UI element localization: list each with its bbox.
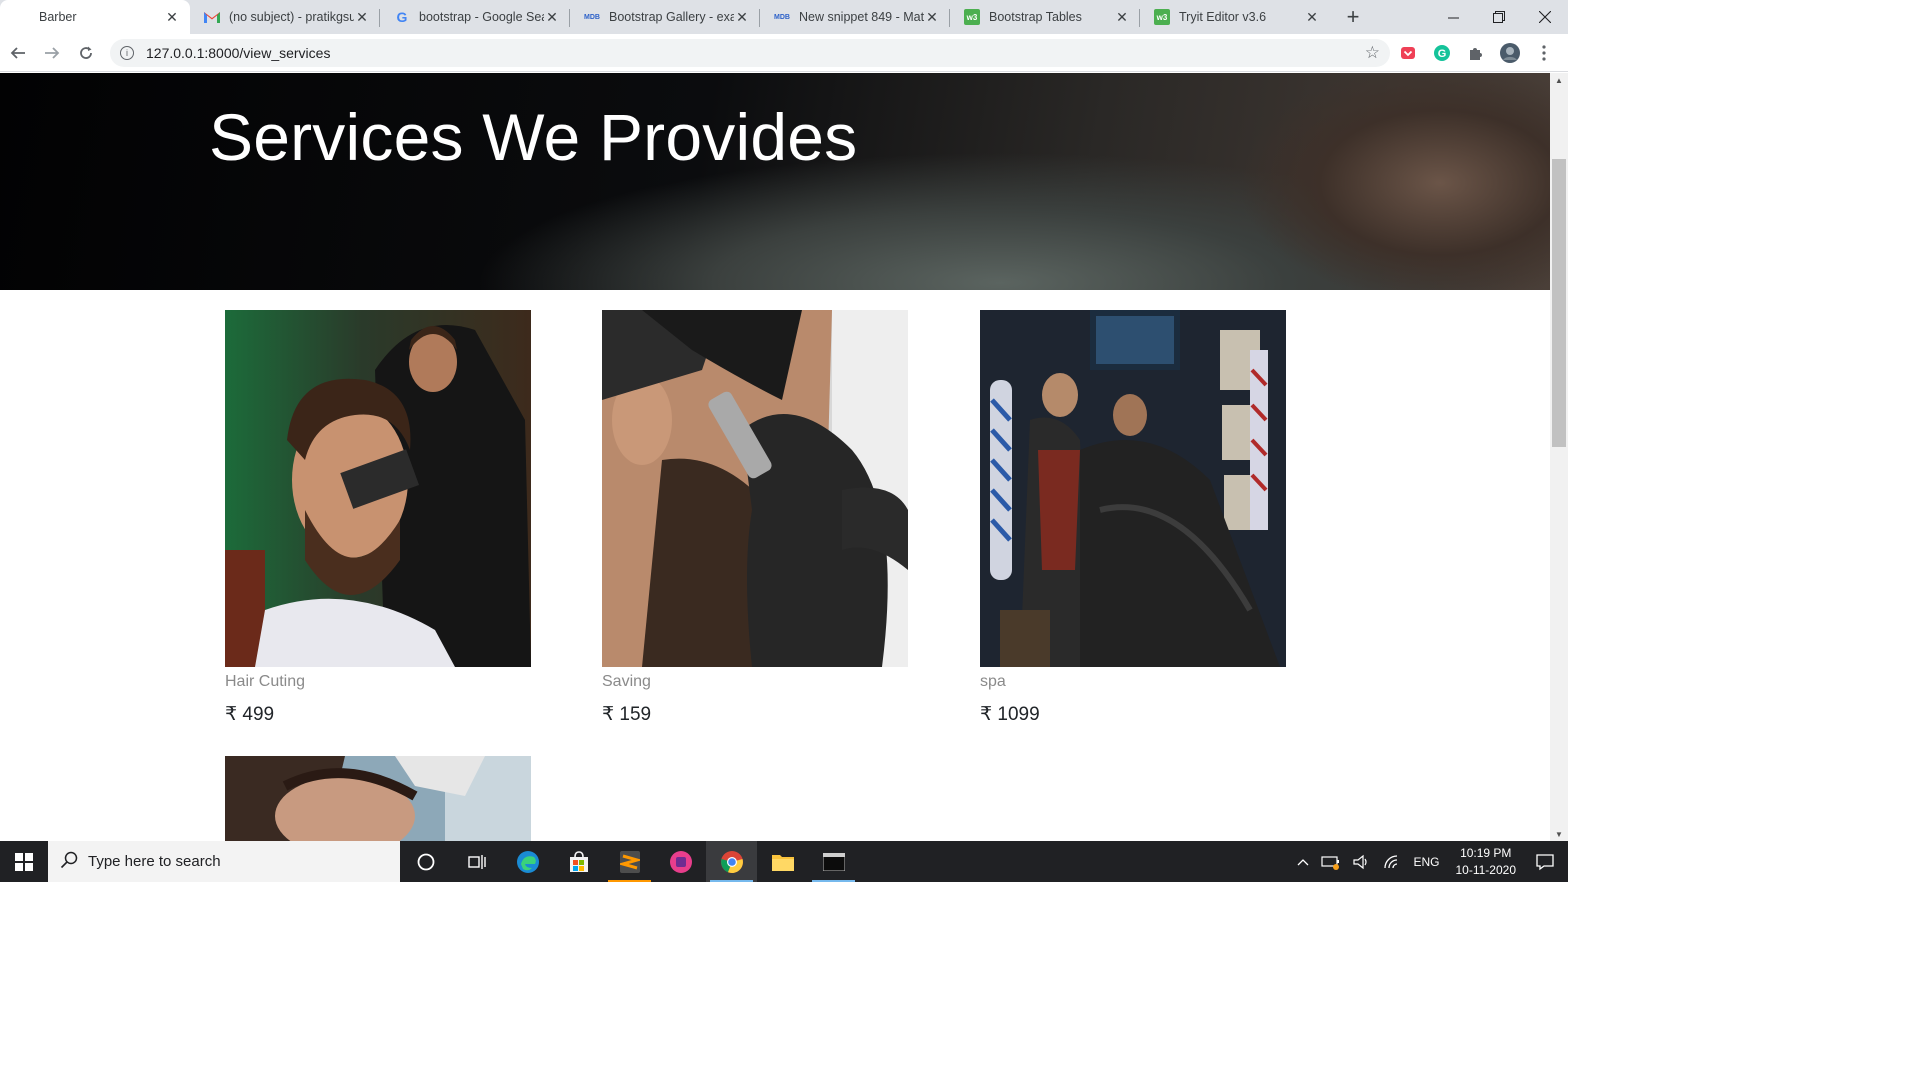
- window-controls: [1430, 0, 1568, 34]
- close-icon[interactable]: ✕: [1114, 9, 1130, 25]
- system-tray: ENG 10:19 PM 10-11-2020: [1291, 841, 1568, 882]
- service-image-spa: [980, 310, 1286, 667]
- google-icon: G: [396, 9, 408, 25]
- chrome-icon[interactable]: [706, 841, 757, 882]
- terminal-icon[interactable]: [808, 841, 859, 882]
- w3-icon: w3: [964, 9, 980, 25]
- tab-title: New snippet 849 - Mat: [799, 10, 924, 24]
- tab-tryit-editor[interactable]: w3 Tryit Editor v3.6 ✕: [1140, 0, 1330, 34]
- blank-favicon-icon: [14, 9, 30, 25]
- notification-center-icon[interactable]: [1526, 853, 1568, 871]
- scroll-down-arrow-icon[interactable]: ▼: [1550, 827, 1568, 841]
- tab-title: Barber: [39, 10, 77, 24]
- close-icon[interactable]: ✕: [164, 9, 180, 25]
- rupee-symbol: ₹: [602, 704, 615, 725]
- clock-date: 10-11-2020: [1455, 862, 1517, 877]
- service-card[interactable]: spa ₹ 1099: [980, 310, 1286, 726]
- tab-gmail[interactable]: (no subject) - pratikgsu ✕: [190, 0, 380, 34]
- pocket-extension-icon[interactable]: [1392, 37, 1424, 69]
- close-icon[interactable]: ✕: [544, 9, 560, 25]
- service-card[interactable]: Saving ₹ 159: [602, 310, 908, 726]
- bookmark-star-icon[interactable]: ☆: [1365, 43, 1380, 63]
- tab-bootstrap-gallery[interactable]: MDB Bootstrap Gallery - exa ✕: [570, 0, 760, 34]
- clock-time: 10:19 PM: [1460, 845, 1512, 860]
- chevron-up-icon[interactable]: [1291, 858, 1315, 866]
- cortana-icon[interactable]: [400, 841, 451, 882]
- price-value: 159: [619, 704, 652, 725]
- url-text[interactable]: 127.0.0.1:8000/view_services: [146, 45, 1365, 61]
- tab-title: bootstrap - Google Sea: [419, 10, 544, 24]
- app-pink-icon[interactable]: [655, 841, 706, 882]
- profile-avatar-icon[interactable]: [1494, 37, 1526, 69]
- service-price: ₹ 499: [225, 703, 531, 726]
- address-bar[interactable]: i 127.0.0.1:8000/view_services ☆: [110, 38, 1390, 67]
- volume-icon[interactable]: [1347, 854, 1377, 870]
- sublime-text-icon[interactable]: [604, 841, 655, 882]
- gmail-icon: [204, 9, 220, 25]
- scrollbar-thumb[interactable]: [1552, 159, 1566, 447]
- restore-icon[interactable]: [1476, 0, 1522, 34]
- service-card[interactable]: Hair Cuting ₹ 499: [225, 310, 531, 726]
- svg-text:G: G: [1438, 48, 1447, 60]
- page-viewport: Services We Provides Hair Cuting ₹ 499 S…: [0, 73, 1550, 841]
- w3-icon: w3: [1154, 9, 1170, 25]
- tab-google-search[interactable]: G bootstrap - Google Sea ✕: [380, 0, 570, 34]
- close-icon[interactable]: ✕: [1304, 9, 1320, 25]
- taskbar-search-input[interactable]: Type here to search: [48, 841, 400, 882]
- mdb-icon: MDB: [774, 13, 790, 21]
- service-card[interactable]: [225, 756, 531, 841]
- tab-title: Bootstrap Tables: [989, 10, 1082, 24]
- grammarly-extension-icon[interactable]: G: [1426, 37, 1458, 69]
- battery-icon[interactable]: [1315, 854, 1347, 870]
- tab-title: Bootstrap Gallery - exa: [609, 10, 734, 24]
- wifi-icon[interactable]: [1377, 854, 1407, 870]
- new-tab-button[interactable]: +: [1336, 0, 1370, 34]
- service-image-facial: [225, 756, 531, 841]
- scroll-up-arrow-icon[interactable]: ▲: [1550, 73, 1568, 87]
- tab-title: (no subject) - pratikgsu: [229, 10, 354, 24]
- reload-icon[interactable]: [70, 37, 102, 69]
- tab-bootstrap-tables[interactable]: w3 Bootstrap Tables ✕: [950, 0, 1140, 34]
- close-icon[interactable]: ✕: [734, 9, 750, 25]
- page-scrollbar[interactable]: ▲ ▼: [1550, 73, 1568, 841]
- service-name: Saving: [602, 673, 651, 690]
- browser-toolbar: i 127.0.0.1:8000/view_services ☆ G: [0, 34, 1568, 72]
- search-icon: [60, 851, 78, 873]
- service-price: ₹ 1099: [980, 703, 1286, 726]
- price-value: 1099: [997, 704, 1040, 725]
- microsoft-store-icon[interactable]: [553, 841, 604, 882]
- site-info-icon[interactable]: i: [120, 45, 134, 60]
- task-view-icon[interactable]: [451, 841, 502, 882]
- edge-browser-icon[interactable]: [502, 841, 553, 882]
- page-title: Services We Provides: [209, 100, 858, 174]
- service-image-shaving: [602, 310, 908, 667]
- close-window-icon[interactable]: [1522, 0, 1568, 34]
- service-name: spa: [980, 673, 1006, 690]
- service-price: ₹ 159: [602, 703, 908, 726]
- tab-title: Tryit Editor v3.6: [1179, 10, 1267, 24]
- back-icon[interactable]: [2, 37, 34, 69]
- close-icon[interactable]: ✕: [924, 9, 940, 25]
- service-name: Hair Cuting: [225, 673, 306, 690]
- windows-taskbar: Type here to search ENG 10:19 PM 10-11-2…: [0, 841, 1568, 882]
- windows-start-icon[interactable]: [0, 841, 48, 882]
- service-image-haircut: [225, 310, 531, 667]
- hero-banner: Services We Provides: [0, 73, 1550, 290]
- file-explorer-icon[interactable]: [757, 841, 808, 882]
- tab-strip: Barber ✕ (no subject) - pratikgsu ✕ G bo…: [0, 0, 1568, 34]
- menu-kebab-icon[interactable]: [1528, 37, 1560, 69]
- rupee-symbol: ₹: [225, 704, 238, 725]
- tab-barber[interactable]: Barber ✕: [0, 0, 190, 34]
- rupee-symbol: ₹: [980, 704, 993, 725]
- close-icon[interactable]: ✕: [354, 9, 370, 25]
- search-placeholder: Type here to search: [88, 853, 221, 870]
- tab-new-snippet[interactable]: MDB New snippet 849 - Mat ✕: [760, 0, 950, 34]
- minimize-icon[interactable]: [1430, 0, 1476, 34]
- language-indicator[interactable]: ENG: [1407, 855, 1445, 869]
- price-value: 499: [242, 704, 275, 725]
- mdb-icon: MDB: [584, 13, 600, 21]
- clock[interactable]: 10:19 PM 10-11-2020: [1446, 845, 1527, 879]
- extensions-puzzle-icon[interactable]: [1460, 37, 1492, 69]
- forward-icon[interactable]: [36, 37, 68, 69]
